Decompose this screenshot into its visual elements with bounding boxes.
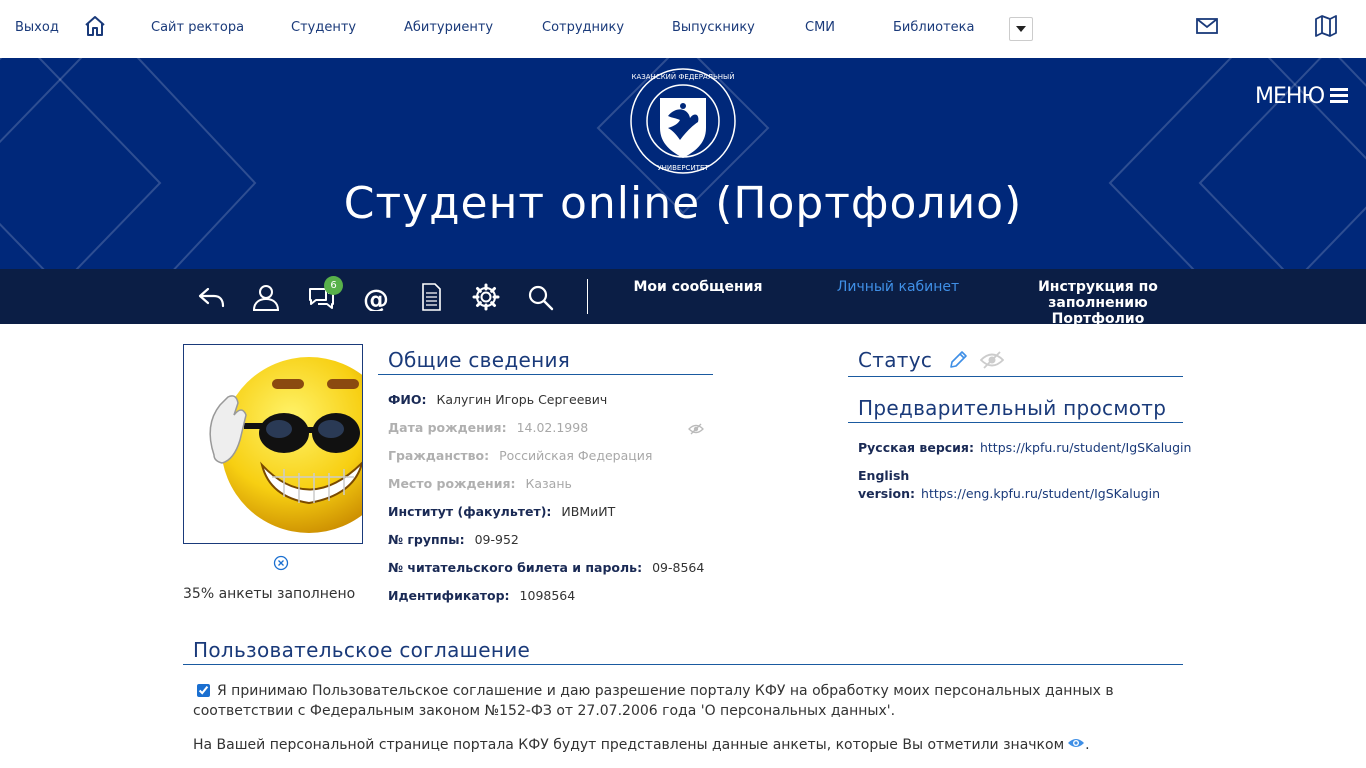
info-row-institute: Институт (факультет): ИВМиИТ <box>388 504 615 519</box>
email-at-icon[interactable]: @ <box>361 283 391 315</box>
info-label: № группы: <box>388 532 465 547</box>
agreement-divider <box>183 664 1183 665</box>
top-bar: Выход Сайт ректора Студенту Абитуриенту … <box>0 0 1366 58</box>
kfu-logo: КАЗАНСКИЙ ФЕДЕРАЛЬНЫЙ УНИВЕРСИТЕТ <box>630 68 736 174</box>
preview-divider <box>848 422 1183 423</box>
edit-pencil-icon[interactable] <box>948 350 968 374</box>
info-row-name: ФИО: Калугин Игорь Сергеевич <box>388 392 607 407</box>
info-value: 14.02.1998 <box>516 420 589 435</box>
info-label: Место рождения: <box>388 476 516 491</box>
svg-text:@: @ <box>363 285 389 311</box>
info-row-group: № группы: 09-952 <box>388 532 519 547</box>
svg-text:КАЗАНСКИЙ ФЕДЕРАЛЬНЫЙ: КАЗАНСКИЙ ФЕДЕРАЛЬНЫЙ <box>632 72 735 81</box>
agreement-block: Я принимаю Пользовательское соглашение и… <box>193 681 1183 721</box>
preview-en-label: English <box>858 468 910 483</box>
search-icon[interactable] <box>526 283 556 311</box>
home-icon[interactable] <box>83 14 107 38</box>
eye-icon <box>1067 737 1085 753</box>
preview-ru-label: Русская версия: <box>858 440 974 455</box>
info-row-birthplace: Место рождения: Казань <box>388 476 572 491</box>
applicant-link[interactable]: Абитуриенту <box>404 20 493 35</box>
info-value: 1098564 <box>519 588 576 603</box>
avatar-image <box>209 357 362 533</box>
status-heading: Статус <box>858 348 933 372</box>
remove-photo-icon[interactable] <box>273 555 289 571</box>
info-value: Казань <box>525 476 572 491</box>
hamburger-icon <box>1330 88 1349 103</box>
preview-heading: Предварительный просмотр <box>858 396 1167 420</box>
map-icon[interactable] <box>1314 15 1338 41</box>
messages-count-badge: 6 <box>324 276 343 295</box>
info-value: ИВМиИТ <box>561 504 616 519</box>
employee-link[interactable]: Сотруднику <box>542 20 624 35</box>
more-dropdown-button[interactable] <box>1009 17 1033 41</box>
my-messages-link[interactable]: Мои сообщения <box>630 279 766 295</box>
visibility-note: На Вашей персональной странице портала К… <box>193 737 1090 753</box>
status-divider <box>848 376 1183 377</box>
preview-ru-link[interactable]: https://kpfu.ru/student/IgSKalugin <box>980 440 1191 455</box>
general-info-heading: Общие сведения <box>388 348 571 372</box>
visibility-note-text: На Вашей персональной странице портала К… <box>193 737 1065 753</box>
info-row-citizenship: Гражданство: Российская Федерация <box>388 448 652 463</box>
profile-completion-text: 35% анкеты заполнено <box>183 586 356 602</box>
mail-icon[interactable] <box>1196 17 1218 39</box>
menu-button[interactable]: МЕНЮ <box>1255 84 1349 109</box>
header-banner: КАЗАНСКИЙ ФЕДЕРАЛЬНЫЙ УНИВЕРСИТЕТ Студен… <box>0 58 1366 269</box>
agreement-text: Я принимаю Пользовательское соглашение и… <box>193 683 1114 719</box>
agreement-heading: Пользовательское соглашение <box>193 638 531 662</box>
page-title: Студент online (Портфолио) <box>343 178 1023 229</box>
nav-divider <box>587 279 588 314</box>
student-link[interactable]: Студенту <box>291 20 356 35</box>
info-label: Идентификатор: <box>388 588 510 603</box>
preview-en-row: version: https://eng.kpfu.ru/student/IgSK… <box>858 486 1160 501</box>
info-label: Гражданство: <box>388 448 490 463</box>
preview-en-label-2: version: <box>858 486 916 501</box>
logout-link[interactable]: Выход <box>15 20 59 35</box>
portfolio-instructions-link[interactable]: Инструкция по заполнению Портфолио <box>1030 279 1166 327</box>
preview-en-label-line: English <box>858 468 909 483</box>
info-label: ФИО: <box>388 392 427 407</box>
info-label: Институт (факультет): <box>388 504 552 519</box>
hidden-eye-icon[interactable] <box>979 351 1005 373</box>
graduate-link[interactable]: Выпускнику <box>672 20 755 35</box>
personal-cabinet-link[interactable]: Личный кабинет <box>830 279 966 295</box>
chevron-down-icon <box>1016 26 1026 32</box>
profile-icon[interactable] <box>251 283 281 311</box>
info-row-identifier: Идентификатор: 1098564 <box>388 588 575 603</box>
info-value: Российская Федерация <box>499 448 653 463</box>
preview-ru-row: Русская версия: https://kpfu.ru/student/I… <box>858 440 1191 455</box>
info-value: 09-952 <box>474 532 519 547</box>
hidden-eye-icon[interactable] <box>688 420 704 439</box>
document-icon[interactable] <box>416 283 446 311</box>
settings-gear-icon[interactable] <box>471 283 501 311</box>
info-label: № читательского билета и пароль: <box>388 560 643 575</box>
menu-label: МЕНЮ <box>1255 84 1325 109</box>
visibility-note-end: . <box>1085 737 1090 753</box>
avatar[interactable] <box>183 344 363 544</box>
general-info-divider <box>378 374 713 375</box>
agreement-checkbox[interactable] <box>197 684 210 697</box>
back-icon[interactable] <box>196 283 226 311</box>
personal-nav-bar: 6 @ Мои сообщения Личный кабинет Инструк… <box>0 269 1366 327</box>
info-row-library-card: № читательского билета и пароль: 09-8564 <box>388 560 704 575</box>
library-link[interactable]: Библиотека <box>893 20 975 35</box>
svg-text:УНИВЕРСИТЕТ: УНИВЕРСИТЕТ <box>657 164 709 172</box>
info-value: 09-8564 <box>652 560 705 575</box>
info-value: Калугин Игорь Сергеевич <box>436 392 608 407</box>
preview-en-link[interactable]: https://eng.kpfu.ru/student/IgSKalugin <box>921 486 1160 501</box>
rector-site-link[interactable]: Сайт ректора <box>151 20 244 35</box>
info-label: Дата рождения: <box>388 420 507 435</box>
info-row-birthdate: Дата рождения: 14.02.1998 <box>388 420 588 435</box>
media-link[interactable]: СМИ <box>805 20 835 35</box>
